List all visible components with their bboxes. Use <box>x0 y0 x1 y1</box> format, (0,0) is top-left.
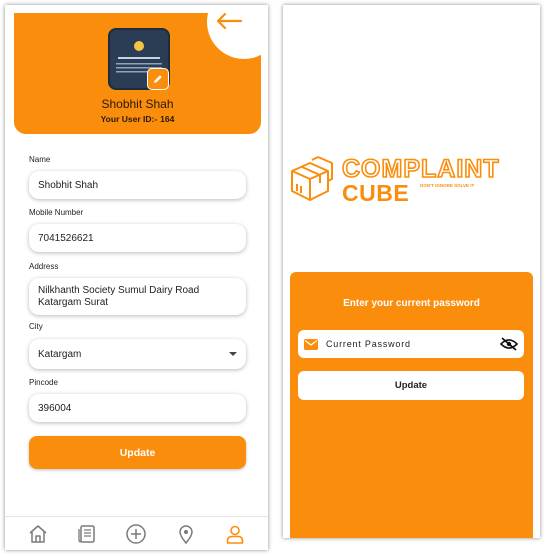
logo-subtitle: CUBE <box>342 180 410 206</box>
mobile-label: Mobile Number <box>29 208 84 217</box>
city-dropdown[interactable]: Katargam <box>29 339 246 369</box>
back-arrow-icon <box>216 12 243 30</box>
user-name: Shobhit Shah <box>101 97 174 111</box>
complaint-cube-logo: COMPLAINT CUBE DON'T IGNORE SOLVE IT <box>288 153 538 209</box>
nav-profile[interactable] <box>224 523 246 545</box>
location-pin-icon <box>179 524 193 544</box>
name-value: Shobhit Shah <box>38 179 99 191</box>
nav-add[interactable] <box>125 523 147 545</box>
update-profile-button[interactable]: Update <box>29 436 246 469</box>
user-id-value: 164 <box>160 114 175 124</box>
logo-tagline: DON'T IGNORE SOLVE IT <box>420 183 475 188</box>
pincode-value: 396004 <box>38 402 72 414</box>
password-panel: Enter your current password Current Pass… <box>290 272 533 538</box>
current-password-placeholder: Current Password <box>326 339 411 349</box>
home-icon <box>29 524 47 543</box>
current-password-field[interactable]: Current Password <box>298 330 524 358</box>
city-label: City <box>29 322 43 331</box>
address-field[interactable]: Nilkhanth Society Sumul Dairy Road Katar… <box>29 278 246 315</box>
pincode-field[interactable]: 396004 <box>29 394 246 422</box>
nav-location[interactable] <box>175 523 197 545</box>
dropdown-caret-icon <box>229 352 237 356</box>
mobile-field[interactable]: 7041526621 <box>29 224 246 252</box>
bottom-nav <box>5 516 268 550</box>
profile-header: Shobhit Shah Your User ID:- 164 <box>14 5 268 134</box>
email-icon <box>304 338 318 350</box>
hide-password-eye-icon[interactable] <box>500 337 518 351</box>
profile-screen: Shobhit Shah Your User ID:- 164 Name Shob… <box>5 5 268 550</box>
user-id-label: Your User ID:- <box>100 114 158 124</box>
user-profile-icon <box>226 525 244 544</box>
user-id-line: Your User ID:- 164 <box>14 114 261 124</box>
nav-home[interactable] <box>27 523 49 545</box>
cube-logo-icon <box>291 156 333 201</box>
password-heading: Enter your current password <box>343 298 480 309</box>
password-screen: COMPLAINT CUBE DON'T IGNORE SOLVE IT Ent… <box>283 5 540 538</box>
nav-complaints[interactable] <box>76 523 98 545</box>
pincode-label: Pincode <box>29 378 58 387</box>
mobile-value: 7041526621 <box>38 232 94 244</box>
back-button[interactable] <box>207 5 268 59</box>
complaints-list-icon <box>78 524 95 543</box>
name-label: Name <box>29 155 51 164</box>
city-value: Katargam <box>38 348 82 360</box>
address-value: Nilkhanth Society Sumul Dairy Road Katar… <box>38 285 200 308</box>
edit-avatar-button[interactable] <box>147 68 169 90</box>
name-field[interactable]: Shobhit Shah <box>29 171 246 199</box>
address-label: Address <box>29 262 59 271</box>
add-circle-icon <box>126 523 147 544</box>
pencil-icon <box>154 75 162 83</box>
update-password-button[interactable]: Update <box>298 371 524 400</box>
